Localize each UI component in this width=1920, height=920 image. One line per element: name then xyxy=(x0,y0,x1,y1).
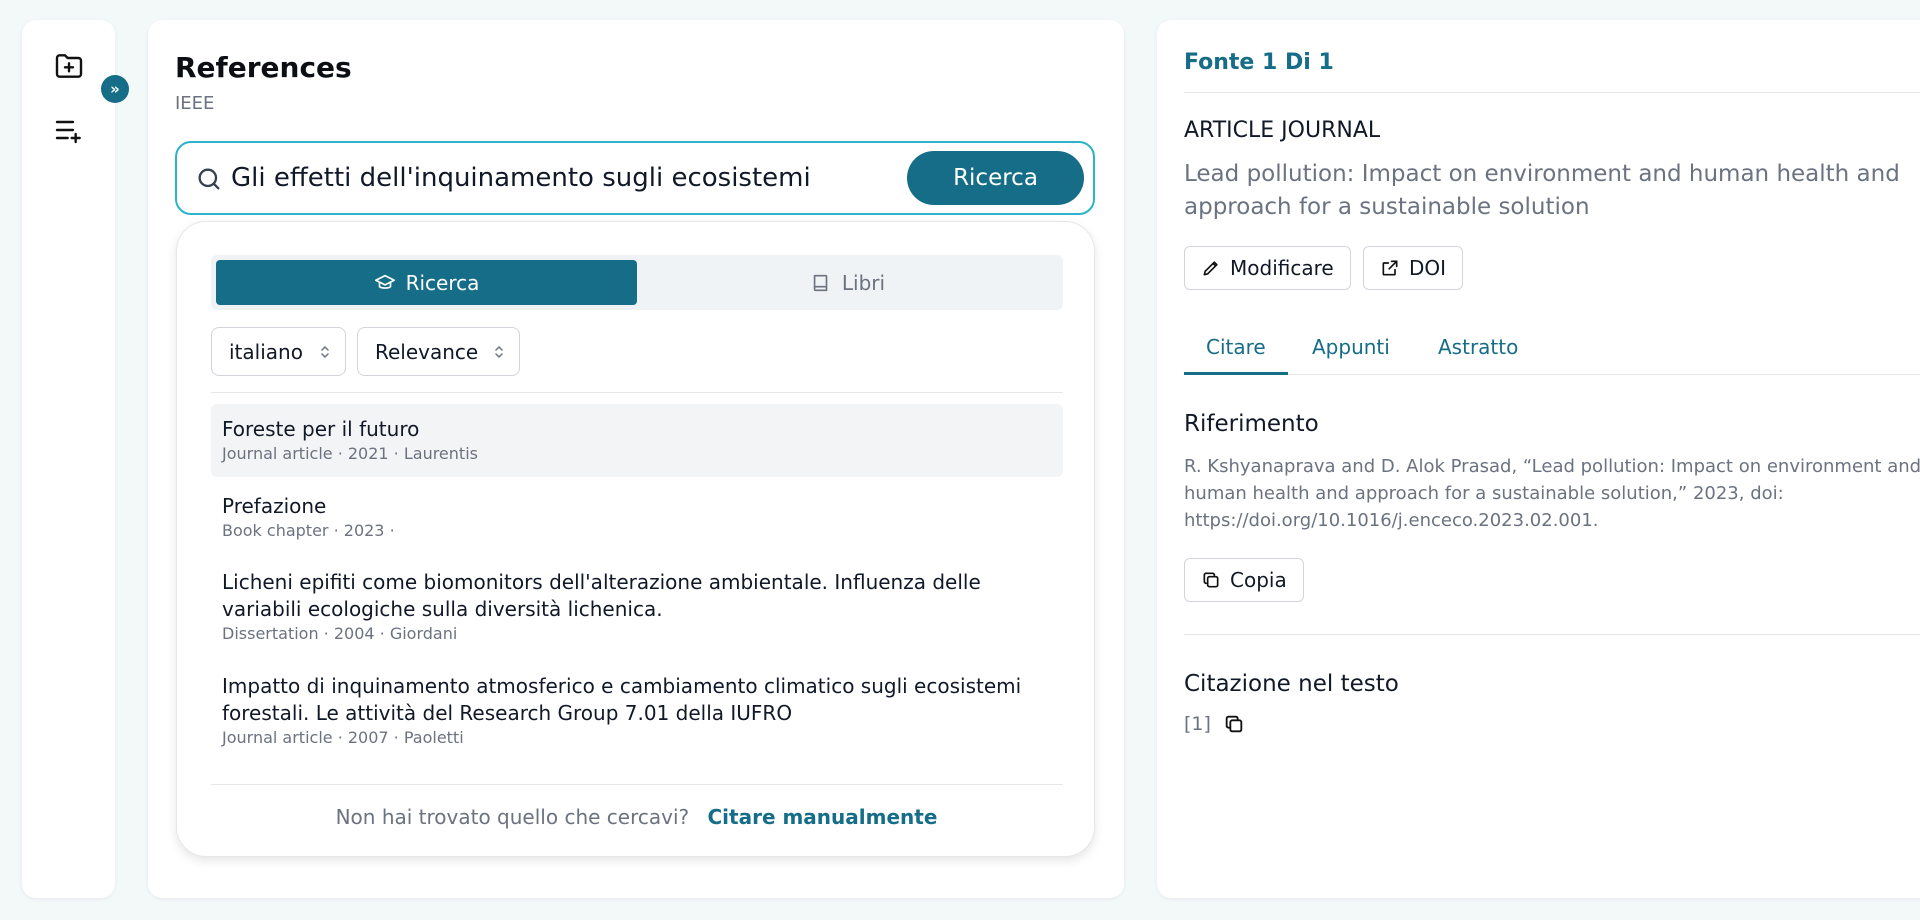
search-bar: Ricerca xyxy=(175,141,1095,215)
result-meta: Journal article · 2021 · Laurentis xyxy=(222,444,478,463)
tab-abstract[interactable]: Astratto xyxy=(1416,332,1540,375)
result-title: Foreste per il futuro xyxy=(222,417,420,441)
page-title: References xyxy=(175,51,352,84)
graduation-cap-icon xyxy=(374,274,395,289)
result-meta: Book chapter · 2023 · xyxy=(222,521,395,540)
source-counter: Fonte 1 Di 1 xyxy=(1184,50,1334,75)
language-select-value: italiano xyxy=(229,339,303,364)
divider xyxy=(1184,634,1920,635)
tab-notes[interactable]: Appunti xyxy=(1290,332,1412,375)
segment-research[interactable]: Ricerca xyxy=(216,260,637,305)
tab-cite[interactable]: Citare xyxy=(1184,332,1288,375)
references-panel: References IEEE Ricerca Ricerca Libri xyxy=(148,20,1124,898)
result-title: Impatto di inquinamento atmosferico e ca… xyxy=(222,674,1022,725)
divider xyxy=(211,784,1063,785)
copy-button-label: Copia xyxy=(1230,568,1287,592)
source-type-toggle: Ricerca Libri xyxy=(211,255,1063,310)
pencil-icon xyxy=(1203,261,1218,276)
in-text-citation-value: [1] xyxy=(1184,713,1211,735)
left-rail xyxy=(22,20,115,898)
in-text-citation-heading: Citazione nel testo xyxy=(1184,671,1399,697)
source-title: Lead pollution: Impact on environment an… xyxy=(1184,161,1900,220)
in-text-citation-row: [1] xyxy=(1184,713,1245,735)
sort-select[interactable]: Relevance xyxy=(357,327,520,376)
chevron-updown-icon xyxy=(321,345,329,359)
result-title: Prefazione xyxy=(222,494,327,518)
add-list-icon[interactable] xyxy=(51,112,87,148)
add-folder-icon[interactable] xyxy=(51,48,87,84)
segment-research-label: Ricerca xyxy=(405,270,480,295)
edit-button[interactable]: Modificare xyxy=(1184,246,1351,290)
copy-button[interactable]: Copia xyxy=(1184,558,1304,602)
result-item[interactable]: Licheni epifiti come biomonitors dell'al… xyxy=(211,557,1063,657)
reference-text: R. Kshyanaprava and D. Alok Prasad, “Lea… xyxy=(1184,456,1920,531)
source-type: ARTICLE JOURNAL xyxy=(1184,118,1381,143)
search-results-dropdown: Ricerca Libri italiano Relevance Foreste xyxy=(176,221,1095,857)
divider xyxy=(1184,92,1920,93)
search-button[interactable]: Ricerca xyxy=(907,151,1084,205)
divider xyxy=(211,392,1063,393)
result-item[interactable]: Foreste per il futuro Journal article · … xyxy=(211,404,1063,477)
source-detail-panel: Fonte 1 Di 1 ARTICLE JOURNAL Lead pollut… xyxy=(1157,20,1920,898)
result-item[interactable]: Impatto di inquinamento atmosferico e ca… xyxy=(211,661,1063,761)
doi-button-label: DOI xyxy=(1409,256,1447,280)
result-title: Licheni epifiti come biomonitors dell'al… xyxy=(222,570,981,621)
cite-manually-link[interactable]: Citare manualmente xyxy=(707,805,937,829)
reference-heading: Riferimento xyxy=(1184,411,1319,437)
search-input[interactable] xyxy=(231,157,891,199)
doi-button[interactable]: DOI xyxy=(1363,246,1464,290)
search-icon xyxy=(198,168,220,190)
sort-select-value: Relevance xyxy=(375,339,479,364)
edit-button-label: Modificare xyxy=(1230,256,1334,280)
book-icon xyxy=(813,274,828,291)
copy-icon[interactable] xyxy=(1223,713,1245,735)
external-link-icon xyxy=(1382,260,1398,276)
expand-sidebar-button[interactable]: » xyxy=(101,75,129,103)
segment-books[interactable]: Libri xyxy=(637,260,1058,305)
copy-icon xyxy=(1203,572,1219,588)
result-meta: Journal article · 2007 · Paoletti xyxy=(222,728,464,747)
language-select[interactable]: italiano xyxy=(211,327,346,376)
citation-style-label: IEEE xyxy=(175,93,215,114)
segment-books-label: Libri xyxy=(841,270,886,295)
detail-tabs: Citare Appunti Astratto xyxy=(1184,332,1920,376)
result-item[interactable]: Prefazione Book chapter · 2023 · xyxy=(211,481,1063,554)
results-footer: Non hai trovato quello che cercavi? Cita… xyxy=(177,805,1096,829)
not-found-text: Non hai trovato quello che cercavi? xyxy=(335,805,690,829)
result-meta: Dissertation · 2004 · Giordani xyxy=(222,624,458,643)
chevron-updown-icon xyxy=(495,345,503,359)
